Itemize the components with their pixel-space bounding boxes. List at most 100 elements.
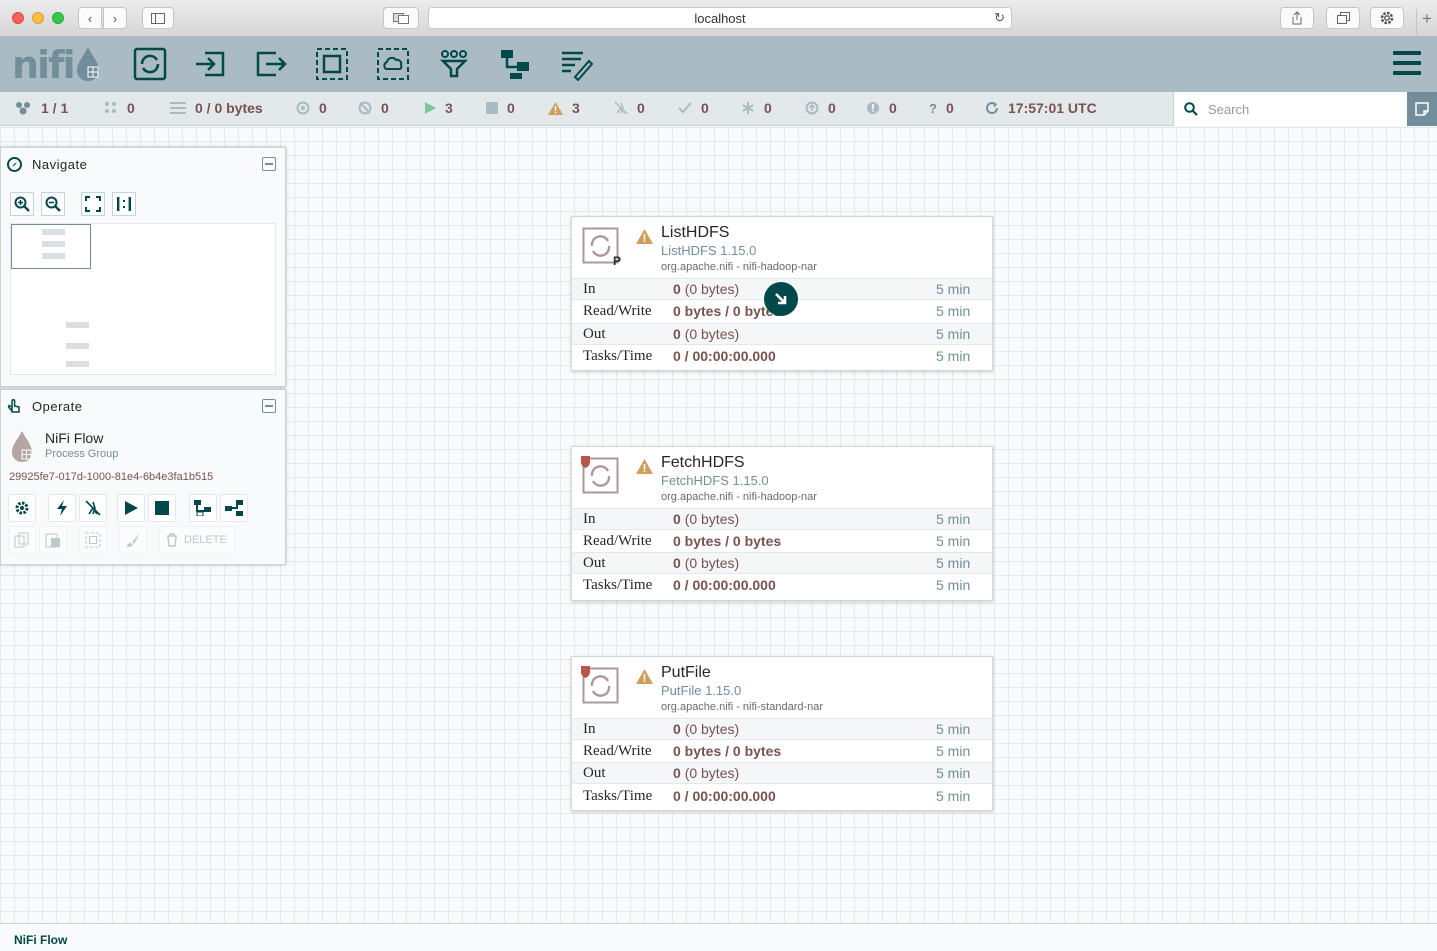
queued-status: 0 / 0 bytes <box>170 100 263 116</box>
disabled-status: 0 <box>614 100 645 116</box>
cluster-status: 1 / 1 <box>14 100 68 116</box>
enable-button[interactable] <box>48 494 76 522</box>
expand-icon <box>85 196 101 212</box>
copy-button[interactable] <box>8 526 36 554</box>
stats-row-read-write: Read/Write 0 bytes / 0 bytes 5 min <box>583 532 971 550</box>
disable-button[interactable] <box>79 494 107 522</box>
add-output-port-button[interactable] <box>253 46 289 82</box>
maximize-window-button[interactable] <box>52 12 64 24</box>
asterisk-icon <box>741 101 755 115</box>
add-process-group-button[interactable] <box>314 46 350 82</box>
gear-icon <box>1380 11 1394 25</box>
transmitting-status: 0 <box>296 100 327 116</box>
stats-row-tasks: Tasks/Time 0 / 00:00:00.000 5 min <box>583 576 971 594</box>
check-icon <box>678 102 692 114</box>
back-button[interactable]: ‹ <box>78 7 102 29</box>
birdseye-component <box>42 229 65 235</box>
navigate-collapse-button[interactable] <box>262 157 276 171</box>
last-refresh-status[interactable]: 17:57:01 UTC <box>985 100 1097 116</box>
sidebar-toggle-button[interactable] <box>142 7 174 29</box>
breadcrumb-nifi-flow[interactable]: NiFi Flow <box>14 933 67 947</box>
birdseye-component <box>42 241 65 247</box>
stats-row-in: In 0 (0 bytes) 5 min <box>572 718 992 740</box>
process-group-drop-icon <box>12 431 32 462</box>
close-window-button[interactable] <box>12 12 24 24</box>
restricted-shield-icon <box>581 456 590 468</box>
paste-button[interactable] <box>39 526 67 554</box>
tab-overview-button[interactable] <box>383 7 419 29</box>
search-icon <box>1184 102 1198 116</box>
warning-icon[interactable] <box>636 669 653 684</box>
configure-button[interactable] <box>8 494 36 522</box>
processor-putfile[interactable]: PutFile PutFile 1.15.0 org.apache.nifi -… <box>571 656 993 811</box>
add-template-button[interactable] <box>497 46 533 82</box>
processor-type: FetchHDFS 1.15.0 <box>661 473 769 488</box>
refresh-icon[interactable] <box>985 101 999 115</box>
zoom-out-button[interactable] <box>41 192 65 216</box>
stale-status: 0 <box>805 100 836 116</box>
minimize-window-button[interactable] <box>32 12 44 24</box>
search-placeholder: Search <box>1208 101 1250 117</box>
warning-icon[interactable] <box>636 459 653 474</box>
add-input-port-button[interactable] <box>192 46 228 82</box>
upload-template-button[interactable] <box>220 494 248 522</box>
chevron-right-icon: › <box>112 10 118 26</box>
warning-icon[interactable] <box>636 229 653 244</box>
label-icon <box>562 51 593 81</box>
group-button[interactable] <box>79 526 107 554</box>
active-threads-status: 0 <box>104 100 135 116</box>
fit-button[interactable] <box>81 192 105 216</box>
change-color-button[interactable] <box>119 526 147 554</box>
reload-icon[interactable]: ↻ <box>994 10 1005 26</box>
processor-type: PutFile 1.15.0 <box>661 683 742 698</box>
warning-icon <box>548 101 563 115</box>
forward-button[interactable]: › <box>103 7 127 29</box>
actual-size-button[interactable] <box>112 192 136 216</box>
zoom-in-icon <box>14 196 30 212</box>
create-template-button[interactable] <box>189 494 217 522</box>
navigate-palette: Navigate <box>0 147 286 387</box>
copy-icon <box>14 532 29 548</box>
trash-icon <box>167 533 177 547</box>
breadcrumb-bar: NiFi Flow <box>0 923 1437 951</box>
stop-icon <box>155 501 169 515</box>
add-remote-process-group-button[interactable] <box>375 46 411 82</box>
operate-collapse-button[interactable] <box>262 399 276 413</box>
tabs-icon <box>1336 12 1350 24</box>
flow-status-bar: 1 / 1 0 0 / 0 bytes 0 0 3 0 3 0 0 0 0 0 … <box>0 92 1437 126</box>
add-label-button[interactable] <box>558 46 594 82</box>
processor-bundle: org.apache.nifi - nifi-hadoop-nar <box>661 261 817 273</box>
gear-icon <box>15 501 29 515</box>
invalid-status: 3 <box>548 100 580 116</box>
processor-type: ListHDFS 1.15.0 <box>661 243 757 258</box>
stats-row-out: Out 0 (0 bytes) 5 min <box>572 552 992 574</box>
bulletin-board-button[interactable] <box>1407 92 1437 126</box>
tabs-button[interactable] <box>1326 7 1360 29</box>
stop-button[interactable] <box>148 494 176 522</box>
birdseye-component <box>66 361 89 367</box>
settings-button[interactable] <box>1370 7 1404 29</box>
start-button[interactable] <box>117 494 145 522</box>
browser-chrome: ‹ › localhost ↻ + <box>0 0 1437 37</box>
search-field[interactable]: Search <box>1173 92 1407 126</box>
play-icon <box>125 501 138 515</box>
global-menu-button[interactable] <box>1393 51 1421 77</box>
processor-fetchhdfs[interactable]: FetchHDFS FetchHDFS 1.15.0 org.apache.ni… <box>571 446 993 601</box>
selection-type: Process Group <box>45 448 119 460</box>
not-transmitting-status: 0 <box>358 100 389 116</box>
connection-drag-handle[interactable] <box>764 282 798 316</box>
delete-button[interactable]: DELETE <box>159 526 235 554</box>
operate-header[interactable]: Operate <box>1 390 285 422</box>
url-bar[interactable]: localhost ↻ <box>428 7 1012 29</box>
share-icon <box>1292 11 1302 25</box>
threads-icon <box>104 101 118 115</box>
paste-icon <box>45 533 60 548</box>
add-funnel-button[interactable] <box>436 46 472 82</box>
add-processor-button[interactable] <box>132 46 168 82</box>
navigate-header[interactable]: Navigate <box>1 148 285 180</box>
new-tab-button[interactable]: + <box>1416 9 1437 37</box>
birdseye-view[interactable] <box>10 223 276 375</box>
process-group-icon <box>316 48 348 80</box>
zoom-in-button[interactable] <box>10 192 34 216</box>
share-button[interactable] <box>1280 7 1314 29</box>
